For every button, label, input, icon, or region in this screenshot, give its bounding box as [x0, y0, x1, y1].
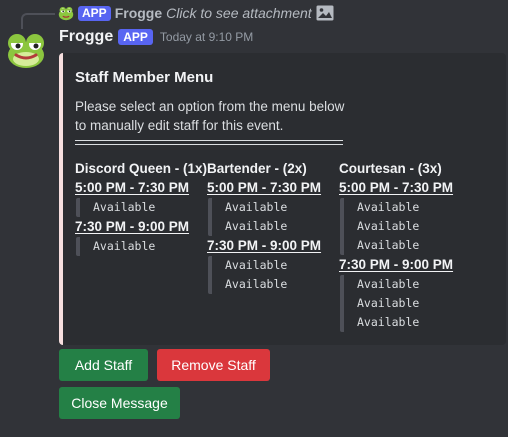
- add-staff-button[interactable]: Add Staff: [59, 349, 148, 381]
- app-badge: APP: [118, 29, 153, 45]
- reply-author[interactable]: Frogge: [115, 5, 162, 21]
- time-slot: 7:30 PM - 9:00 PM Available Available: [207, 237, 339, 294]
- slot-entry: Available: [93, 239, 156, 253]
- slot-entry: Available: [357, 219, 420, 233]
- slot-entry: Available: [225, 200, 288, 214]
- embed-description-line: Please select an option from the menu be…: [75, 99, 345, 114]
- reply-text[interactable]: Click to see attachment: [166, 5, 312, 21]
- time-slot: 5:00 PM - 7:30 PM Available Available Av…: [339, 179, 471, 255]
- slot-quote: Available Available Available: [340, 275, 471, 332]
- author-name[interactable]: Frogge: [59, 28, 113, 46]
- slot-quote: Available: [76, 198, 207, 217]
- slot-entry: Available: [357, 200, 420, 214]
- slot-time: 7:30 PM - 9:00 PM: [207, 238, 322, 253]
- field-name: Courtesan - (3x): [339, 161, 442, 176]
- slot-entry: Available: [357, 296, 420, 310]
- embed-title: Staff Member Menu: [75, 69, 214, 86]
- slot-time: 7:30 PM - 9:00 PM: [339, 257, 454, 272]
- embed: Staff Member Menu Please select an optio…: [59, 53, 506, 345]
- double-rule: [75, 140, 343, 145]
- close-message-button[interactable]: Close Message: [59, 387, 180, 419]
- slot-time: 5:00 PM - 7:30 PM: [339, 180, 454, 195]
- embed-description: Please select an option from the menu be…: [75, 97, 375, 135]
- embed-description-line: to manually edit staff for this event.: [75, 118, 284, 133]
- field-name: Discord Queen - (1x): [75, 161, 208, 176]
- embed-field-courtesan: Courtesan - (3x) 5:00 PM - 7:30 PM Avail…: [339, 160, 471, 332]
- field-name: Bartender - (2x): [207, 161, 307, 176]
- slot-time: 5:00 PM - 7:30 PM: [75, 180, 190, 195]
- time-slot: 7:30 PM - 9:00 PM Available Available Av…: [339, 256, 471, 332]
- slot-quote: Available Available: [208, 256, 339, 294]
- slot-entry: Available: [357, 315, 420, 329]
- slot-quote: Available Available: [208, 198, 339, 236]
- slot-time: 7:30 PM - 9:00 PM: [75, 219, 190, 234]
- image-icon[interactable]: [316, 5, 334, 21]
- slot-time: 5:00 PM - 7:30 PM: [207, 180, 322, 195]
- remove-staff-button[interactable]: Remove Staff: [157, 349, 270, 381]
- slot-entry: Available: [357, 277, 420, 291]
- embed-field-discord-queen: Discord Queen - (1x) 5:00 PM - 7:30 PM A…: [75, 160, 207, 256]
- embed-field-bartender: Bartender - (2x) 5:00 PM - 7:30 PM Avail…: [207, 160, 339, 294]
- timestamp: Today at 9:10 PM: [159, 30, 254, 44]
- frog-avatar-icon[interactable]: [58, 5, 74, 21]
- slot-quote: Available Available Available: [340, 198, 471, 255]
- time-slot: 7:30 PM - 9:00 PM Available: [75, 218, 207, 256]
- reply-spine: [21, 13, 55, 29]
- frog-avatar-icon[interactable]: [6, 29, 46, 69]
- slot-entry: Available: [357, 238, 420, 252]
- slot-quote: Available: [76, 237, 207, 256]
- slot-entry: Available: [225, 258, 288, 272]
- slot-entry: Available: [225, 219, 288, 233]
- slot-entry: Available: [93, 200, 156, 214]
- reply-reference[interactable]: APP Frogge Click to see attachment: [58, 4, 334, 22]
- app-badge: APP: [78, 5, 111, 21]
- time-slot: 5:00 PM - 7:30 PM Available Available: [207, 179, 339, 236]
- message-header: Frogge APP Today at 9:10 PM: [59, 28, 253, 46]
- slot-entry: Available: [225, 277, 288, 291]
- time-slot: 5:00 PM - 7:30 PM Available: [75, 179, 207, 217]
